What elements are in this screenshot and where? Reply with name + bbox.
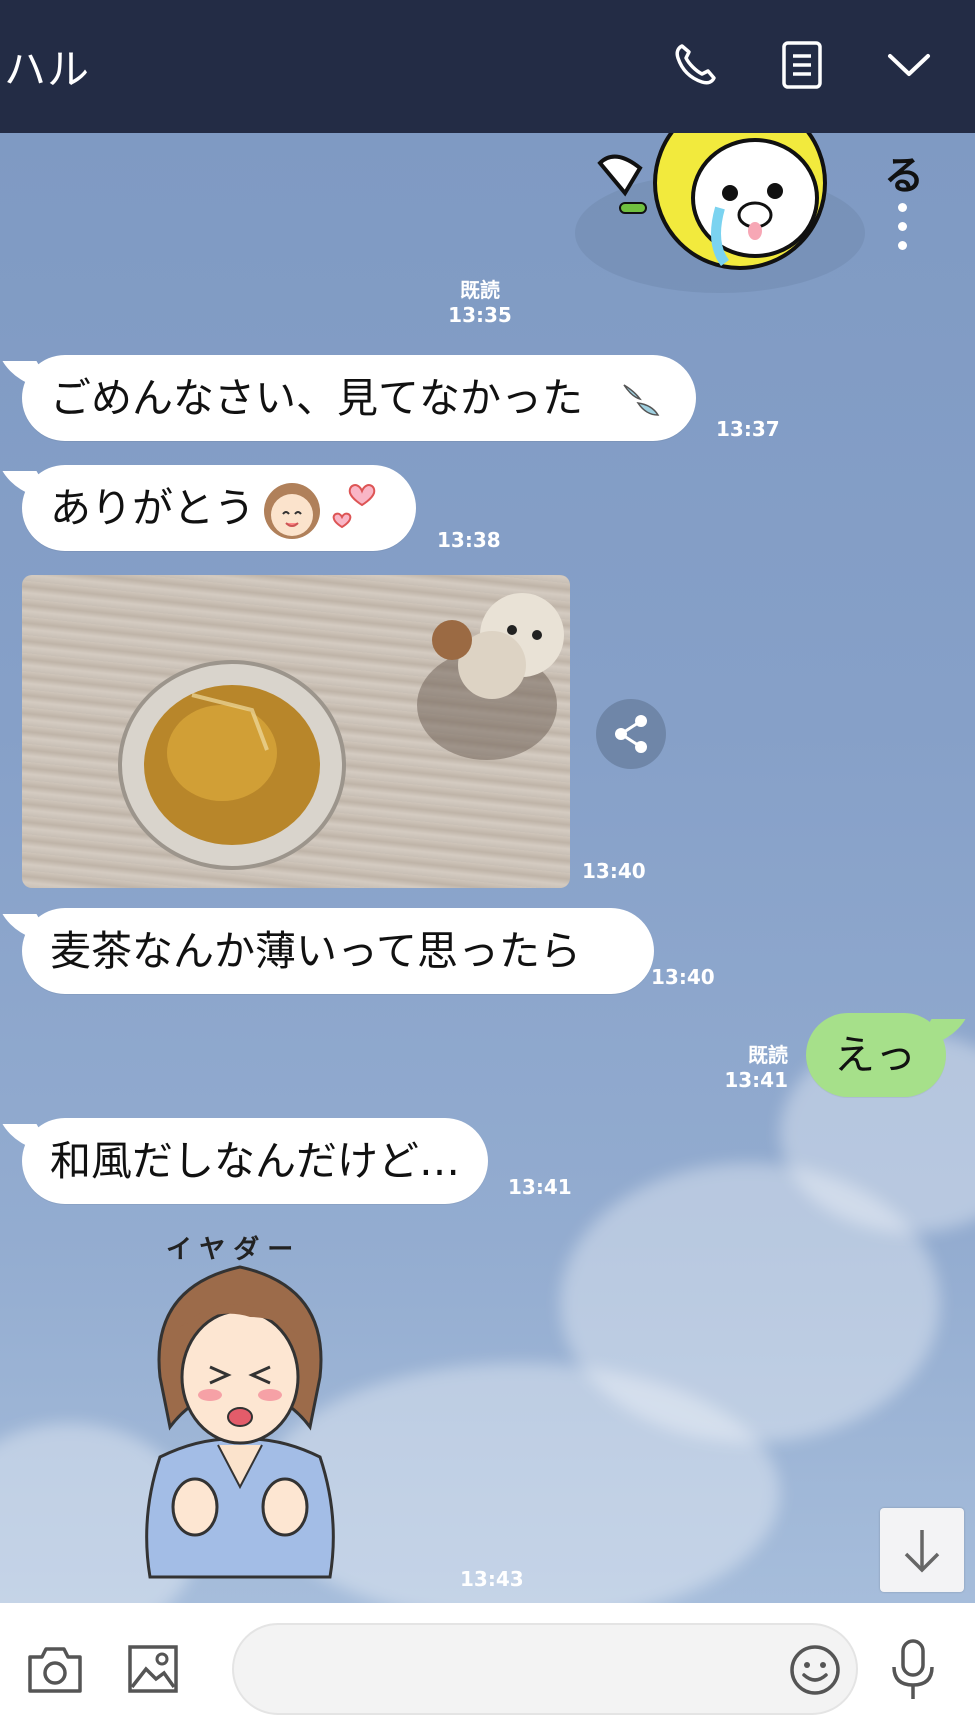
message-bubble-sent[interactable]: えっ <box>806 1013 946 1097</box>
photo-message[interactable] <box>22 575 570 888</box>
notes-icon[interactable] <box>775 38 829 92</box>
read-receipt: 既読 13:41 <box>724 1043 788 1092</box>
message-text: 和風だしなんだけど… <box>50 1137 460 1185</box>
message-time: 13:40 <box>651 965 715 989</box>
phone-icon[interactable] <box>668 38 722 92</box>
chat-header: ハル <box>0 0 975 133</box>
mic-icon[interactable] <box>888 1637 938 1703</box>
photo-image <box>118 593 564 870</box>
camera-icon[interactable] <box>26 1643 84 1695</box>
image-icon[interactable] <box>126 1643 180 1695</box>
chat-title: ハル <box>4 45 91 94</box>
message-input-bar <box>0 1603 975 1723</box>
chat-area[interactable]: る 既読 13:35 ごめんなさい、見てなかった 13:37 ありがとう 13:3… <box>0 133 975 1603</box>
message-bubble[interactable]: 和風だしなんだけど… <box>22 1118 488 1204</box>
share-icon <box>615 715 647 753</box>
message-bubble[interactable]: ありがとう <box>22 465 416 551</box>
message-bubble[interactable]: 麦茶なんか薄いって思ったら <box>22 908 654 994</box>
message-text: えっ <box>834 1031 916 1079</box>
share-button[interactable] <box>596 699 666 769</box>
message-time: 13:40 <box>582 859 646 883</box>
sticker-text-ru: る <box>884 153 924 199</box>
ellipsis-dots <box>898 203 907 250</box>
scroll-to-bottom-button[interactable] <box>880 1508 964 1592</box>
arrow-down-icon <box>904 1530 940 1573</box>
message-time: 13:41 <box>508 1175 572 1199</box>
sticker-sent[interactable] <box>570 133 870 313</box>
message-time: 13:38 <box>437 528 501 552</box>
message-bubble[interactable]: ごめんなさい、見てなかった <box>22 355 696 441</box>
sweat-emoji-icon <box>623 384 660 416</box>
girl-and-hearts-emoji-icon <box>264 483 376 539</box>
read-receipt: 既読 13:35 <box>448 278 512 327</box>
message-text: 麦茶なんか薄いって思ったら <box>50 927 581 975</box>
message-text: ありがとう <box>50 484 255 532</box>
sticker-received[interactable] <box>130 1257 350 1597</box>
message-text: ごめんなさい、見てなかった <box>50 374 583 422</box>
emoji-icon[interactable] <box>788 1643 842 1697</box>
message-time: 13:37 <box>716 417 780 441</box>
message-time: 13:43 <box>460 1567 524 1591</box>
message-input[interactable] <box>232 1623 858 1715</box>
chevron-down-icon[interactable] <box>882 38 936 92</box>
